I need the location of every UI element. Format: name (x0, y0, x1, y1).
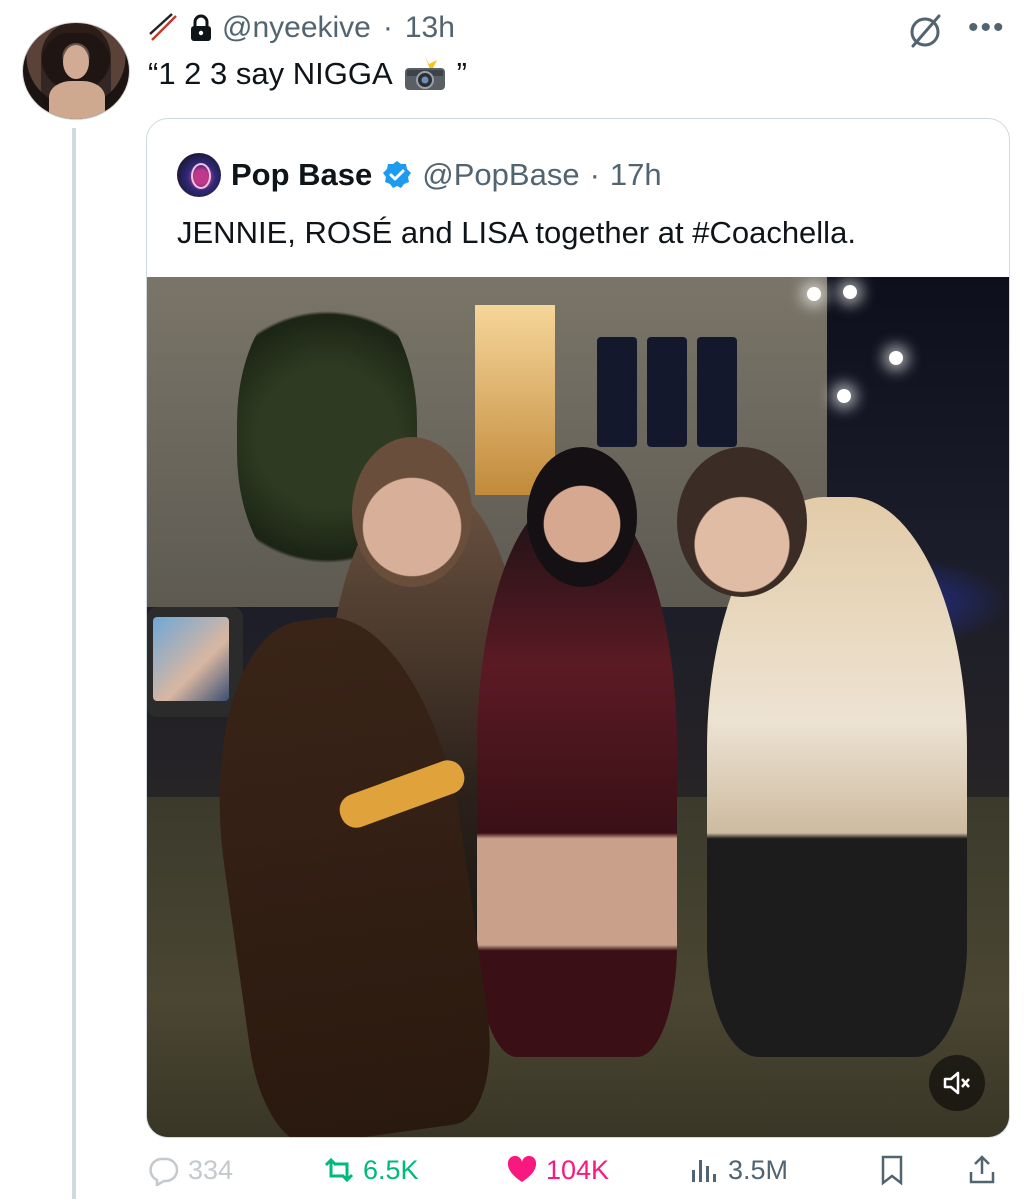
author-handle[interactable]: @nyeekive (222, 11, 371, 45)
verified-badge-icon (383, 161, 412, 188)
views-count: 3.5M (728, 1154, 789, 1185)
person-right-head (677, 447, 807, 597)
camera-flash-icon (404, 56, 445, 90)
quoted-separator: · (589, 157, 600, 192)
quoted-media-video[interactable] (147, 277, 1009, 1137)
retweet-icon (324, 1157, 354, 1183)
popbase-avatar[interactable] (177, 153, 221, 197)
quoted-tweet[interactable]: Pop Base @PopBase · 17h JENNIE, ROSÉ and… (146, 118, 1010, 1138)
reply-button[interactable]: 334 (148, 1154, 233, 1186)
avatar-face (63, 45, 89, 79)
lock-icon (191, 14, 211, 41)
mute-icon[interactable] (929, 1055, 985, 1111)
views-chart-icon (692, 1160, 716, 1182)
person-center-head (527, 447, 637, 587)
tweet-timestamp[interactable]: 13h (405, 11, 455, 45)
views-button[interactable]: 3.5M (688, 1154, 788, 1186)
share-icon (969, 1155, 995, 1184)
phone-in-hand (147, 607, 243, 717)
thread-line (72, 128, 76, 1199)
quoted-timestamp[interactable]: 17h (610, 157, 662, 193)
tweet-action-bar: 334 6.5K 104K 3.5M (148, 1150, 1008, 1198)
bookmark-icon (881, 1155, 903, 1186)
quoted-text: JENNIE, ROSÉ and LISA together at #Coach… (177, 215, 856, 250)
retweet-count: 6.5K (363, 1154, 419, 1185)
header-separator: · (382, 11, 393, 44)
bookmark-button[interactable] (876, 1154, 908, 1186)
reply-icon (149, 1157, 179, 1186)
author-avatar[interactable] (22, 22, 130, 120)
avatar-body (49, 81, 105, 119)
share-button[interactable] (966, 1154, 998, 1186)
tweet-text: “1 2 3 say NIGGA ” (148, 56, 467, 92)
quoted-header: Pop Base @PopBase · 17h (177, 153, 662, 197)
like-count: 104K (546, 1154, 610, 1185)
retweet-button[interactable]: 6.5K (323, 1154, 419, 1186)
quoted-display-name[interactable]: Pop Base (231, 157, 372, 193)
person-left-head (352, 437, 472, 587)
quoted-handle[interactable]: @PopBase (422, 157, 579, 193)
tweet-text-close-quote: ” (456, 56, 467, 91)
more-icon[interactable]: ••• (968, 13, 1006, 43)
tweet-header: @nyeekive · 13h (148, 8, 455, 48)
like-button[interactable]: 104K (506, 1154, 609, 1186)
chopsticks-icon (149, 13, 177, 41)
tweet-text-main: “1 2 3 say NIGGA (148, 56, 393, 91)
reply-count: 334 (188, 1154, 234, 1185)
heart-icon (507, 1155, 537, 1182)
grok-icon[interactable] (905, 12, 945, 52)
